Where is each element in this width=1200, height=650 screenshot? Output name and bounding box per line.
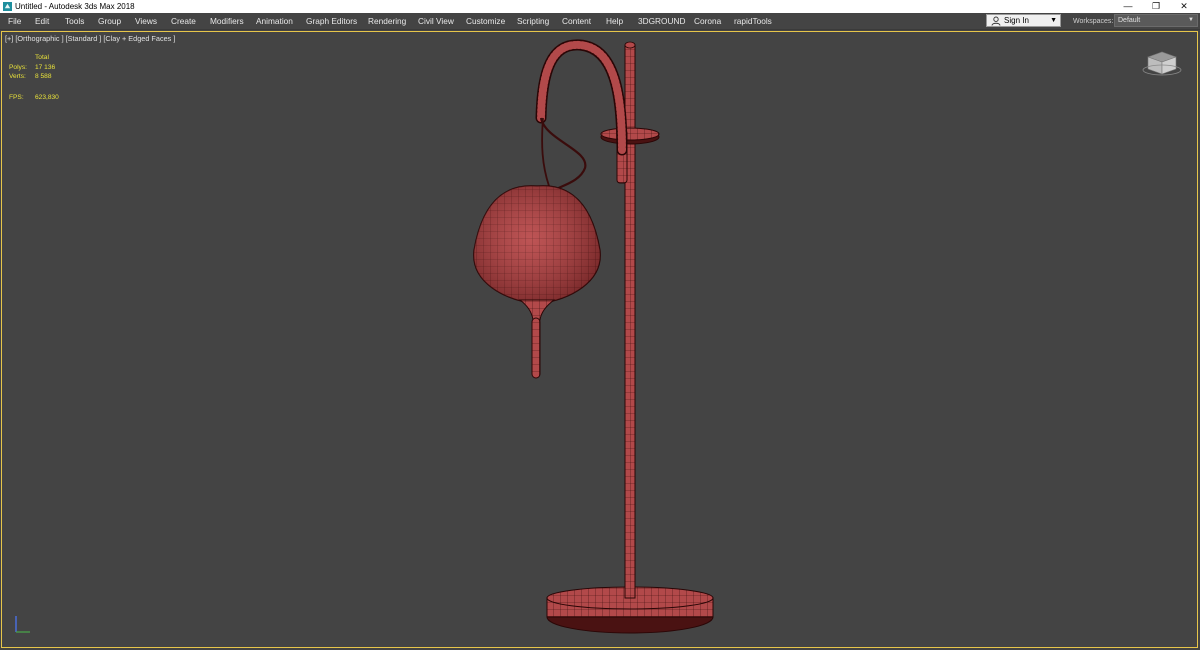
lamp-cord [539,117,587,191]
viewcube-icon[interactable] [1142,49,1182,77]
axis-tripod-icon [15,616,30,633]
lamp-shade[interactable] [473,185,601,379]
lamp-model[interactable] [0,0,1200,650]
